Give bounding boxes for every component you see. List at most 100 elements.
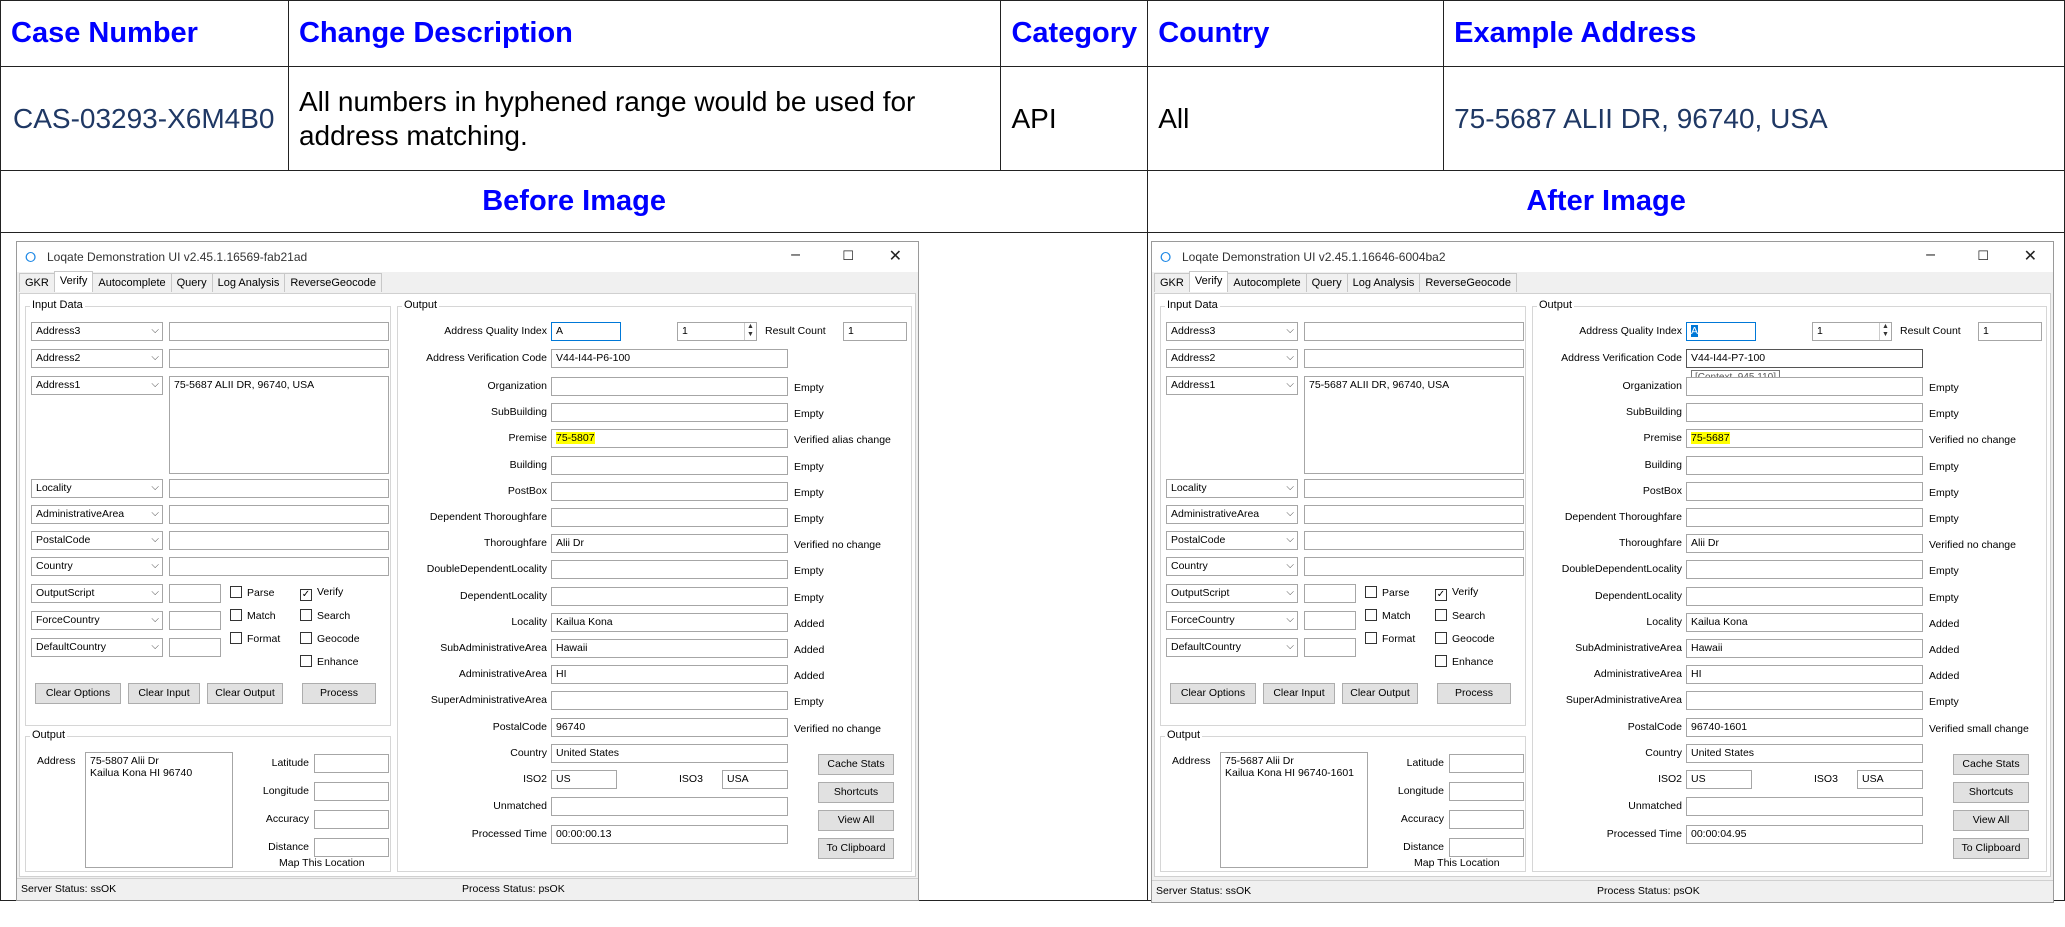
field-selector-administrativearea[interactable]: AdministrativeArea ⌵ (31, 505, 163, 524)
parse-checkbox[interactable]: Parse (230, 586, 274, 599)
view-all-button[interactable]: View All (818, 810, 894, 831)
clear-output-button[interactable]: Clear Output (207, 683, 283, 704)
field-selector-address1[interactable]: Address1 ⌵ (1166, 376, 1298, 395)
search-checkbox[interactable]: Search (1435, 609, 1485, 622)
map-this-location-link[interactable]: Map This Location (1414, 857, 1500, 869)
address2-input[interactable] (1304, 349, 1524, 368)
to-clipboard-button[interactable]: To Clipboard (818, 838, 894, 859)
administrative-area-input[interactable] (169, 505, 389, 524)
result-count-output: 1 (843, 322, 907, 341)
field-selector-country[interactable]: Country ⌵ (31, 557, 163, 576)
clear-input-button[interactable]: Clear Input (1263, 683, 1335, 704)
tab-query[interactable]: Query (170, 273, 213, 292)
tab-autocomplete[interactable]: Autocomplete (1227, 273, 1307, 292)
output-script-input[interactable] (1304, 584, 1356, 603)
force-country-input[interactable] (1304, 611, 1356, 630)
geocode-checkbox[interactable]: Geocode (1435, 632, 1495, 645)
output-script-input[interactable] (169, 584, 221, 603)
field-selector-defaultcountry[interactable]: DefaultCountry ⌵ (1166, 638, 1298, 657)
address3-input[interactable] (1304, 322, 1524, 341)
tab-log-analysis[interactable]: Log Analysis (1346, 273, 1421, 292)
minimize-icon[interactable]: – (1926, 246, 1935, 264)
spinner-arrows-icon[interactable]: ▲ ▼ (744, 323, 756, 340)
tab-reversegeocode[interactable]: ReverseGeocode (284, 273, 382, 292)
field-selector-outputscript[interactable]: OutputScript ⌵ (31, 584, 163, 603)
tab-gkr[interactable]: GKR (1154, 273, 1190, 292)
verify-checkbox[interactable]: ✓ Verify (1435, 586, 1478, 601)
field-selector-address2[interactable]: Address2 ⌵ (1166, 349, 1298, 368)
process-button[interactable]: Process (1437, 683, 1511, 704)
default-country-input[interactable] (1304, 638, 1356, 657)
to-clipboard-button[interactable]: To Clipboard (1953, 838, 2029, 859)
address2-input[interactable] (169, 349, 389, 368)
field-selector-outputscript[interactable]: OutputScript ⌵ (1166, 584, 1298, 603)
field-selector-address3[interactable]: Address3 ⌵ (1166, 322, 1298, 341)
tab-reversegeocode[interactable]: ReverseGeocode (1419, 273, 1517, 292)
country-input[interactable] (169, 557, 389, 576)
match-checkbox[interactable]: Match (1365, 609, 1411, 622)
iso2-output: US (551, 769, 617, 789)
locality-label: Locality (1646, 615, 1682, 628)
field-selector-address2[interactable]: Address2 ⌵ (31, 349, 163, 368)
clear-options-button[interactable]: Clear Options (35, 683, 121, 704)
field-selector-country[interactable]: Country ⌵ (1166, 557, 1298, 576)
tab-verify[interactable]: Verify (53, 271, 94, 292)
field-selector-locality[interactable]: Locality ⌵ (31, 479, 163, 498)
locality-input[interactable] (1304, 479, 1524, 498)
country-input[interactable] (1304, 557, 1524, 576)
tab-log-analysis[interactable]: Log Analysis (211, 273, 286, 292)
address1-input[interactable]: 75-5687 ALII DR, 96740, USA (1304, 376, 1524, 474)
enhance-checkbox[interactable]: Enhance (1435, 655, 1493, 668)
field-selector-defaultcountry[interactable]: DefaultCountry ⌵ (31, 638, 163, 657)
default-country-input[interactable] (169, 638, 221, 657)
format-checkbox[interactable]: Format (230, 632, 280, 645)
cache-stats-button[interactable]: Cache Stats (818, 754, 894, 775)
view-all-button[interactable]: View All (1953, 810, 2029, 831)
result-index-spinner[interactable]: 1 ▲ ▼ (677, 322, 757, 341)
tab-autocomplete[interactable]: Autocomplete (92, 273, 172, 292)
tab-verify[interactable]: Verify (1188, 271, 1229, 292)
postal-code-input[interactable] (1304, 531, 1524, 550)
field-selector-postalcode[interactable]: PostalCode ⌵ (31, 531, 163, 550)
process-button[interactable]: Process (302, 683, 376, 704)
maximize-icon[interactable]: ☐ (842, 248, 854, 264)
clear-output-button[interactable]: Clear Output (1342, 683, 1418, 704)
result-index-spinner[interactable]: 1 ▲ ▼ (1812, 322, 1892, 341)
clear-options-button[interactable]: Clear Options (1170, 683, 1256, 704)
close-icon[interactable]: ✕ (889, 246, 902, 266)
checkbox-box (1435, 609, 1447, 621)
clear-input-button[interactable]: Clear Input (128, 683, 200, 704)
close-icon[interactable]: ✕ (2024, 246, 2037, 266)
field-selector-locality[interactable]: Locality ⌵ (1166, 479, 1298, 498)
match-checkbox[interactable]: Match (230, 609, 276, 622)
map-this-location-link[interactable]: Map This Location (279, 857, 365, 869)
enhance-checkbox[interactable]: Enhance (300, 655, 358, 668)
address1-input[interactable]: 75-5687 ALII DR, 96740, USA (169, 376, 389, 474)
field-selector-administrativearea[interactable]: AdministrativeArea ⌵ (1166, 505, 1298, 524)
field-selector-address3[interactable]: Address3 ⌵ (31, 322, 163, 341)
field-selector-address1[interactable]: Address1 ⌵ (31, 376, 163, 395)
minimize-icon[interactable]: – (791, 246, 800, 264)
cache-stats-button[interactable]: Cache Stats (1953, 754, 2029, 775)
geocode-checkbox[interactable]: Geocode (300, 632, 360, 645)
shortcuts-button[interactable]: Shortcuts (818, 782, 894, 803)
administrative-area-input[interactable] (1304, 505, 1524, 524)
verify-checkbox[interactable]: ✓ Verify (300, 586, 343, 601)
spinner-arrows-icon[interactable]: ▲ ▼ (1879, 323, 1891, 340)
force-country-input[interactable] (169, 611, 221, 630)
field-selector-forcecountry[interactable]: ForceCountry ⌵ (1166, 611, 1298, 630)
field-selector-postalcode[interactable]: PostalCode ⌵ (1166, 531, 1298, 550)
chevron-down-icon: ⌵ (1286, 325, 1294, 336)
latitude-output (1449, 754, 1524, 773)
format-checkbox[interactable]: Format (1365, 632, 1415, 645)
postal-code-input[interactable] (169, 531, 389, 550)
tab-query[interactable]: Query (1305, 273, 1348, 292)
parse-checkbox[interactable]: Parse (1365, 586, 1409, 599)
shortcuts-button[interactable]: Shortcuts (1953, 782, 2029, 803)
locality-input[interactable] (169, 479, 389, 498)
tab-gkr[interactable]: GKR (19, 273, 55, 292)
field-selector-forcecountry[interactable]: ForceCountry ⌵ (31, 611, 163, 630)
search-checkbox[interactable]: Search (300, 609, 350, 622)
address3-input[interactable] (169, 322, 389, 341)
maximize-icon[interactable]: ☐ (1977, 248, 1989, 264)
